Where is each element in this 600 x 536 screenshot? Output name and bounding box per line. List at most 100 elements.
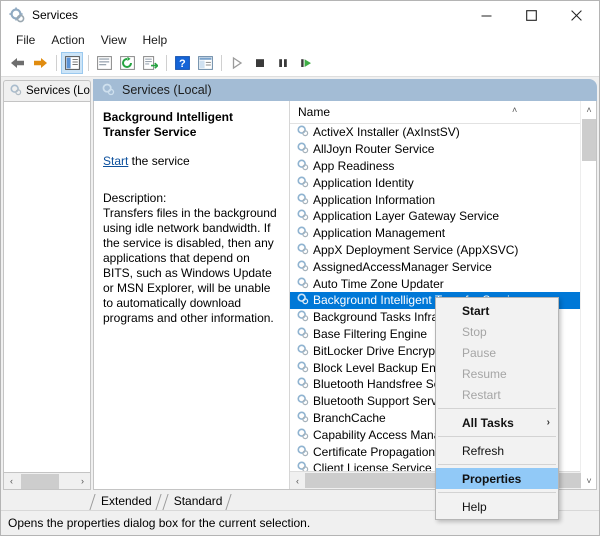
service-action-line: Start the service [103,153,279,169]
context-menu-item-label: All Tasks [462,415,514,430]
service-action-suffix: the service [128,154,190,168]
table-row[interactable]: Application Management [290,225,596,242]
context-menu-item-all-tasks[interactable]: All Tasks › [436,412,558,433]
console-tree-tab[interactable]: Services (Loca [3,80,91,101]
scroll-left-icon[interactable]: ‹ [4,474,19,489]
menu-view[interactable]: View [93,31,135,49]
service-name-label: Auto Time Zone Updater [313,276,444,291]
scroll-up-icon[interactable]: ˄ [581,101,597,118]
restart-service-icon[interactable] [295,52,317,74]
service-gear-icon [296,175,309,191]
service-detail-title: Background Intelligent Transfer Service [103,110,234,139]
table-row[interactable]: AppX Deployment Service (AppXSVC) [290,242,596,259]
service-gear-icon [296,158,309,174]
table-row[interactable]: AssignedAccessManager Service [290,258,596,275]
service-gear-icon [296,460,309,471]
context-menu-item-label: Restart [462,387,501,402]
service-gear-icon [296,410,309,426]
help-icon[interactable]: ? [171,52,193,74]
close-icon[interactable] [554,1,599,29]
service-name-label: AppX Deployment Service (AppXSVC) [313,242,519,257]
table-row[interactable]: Application Layer Gateway Service [290,208,596,225]
service-gear-icon [296,427,309,443]
toolbar-separator [166,55,167,71]
context-menu-item-refresh[interactable]: Refresh [436,440,558,461]
svg-text:?: ? [179,58,186,70]
minimize-icon[interactable] [464,1,509,29]
forward-icon[interactable] [29,52,51,74]
console-tree-hscroll-track[interactable] [19,473,75,489]
column-header-name[interactable]: Name [290,105,330,119]
console-tree-hscroll-thumb[interactable] [21,473,59,489]
toolbar: ? [1,50,599,77]
service-name-label: Application Information [313,192,436,207]
service-gear-icon [296,326,309,342]
service-gear-icon [296,208,309,224]
export-icon[interactable] [139,52,161,74]
tab-standard[interactable]: Standard [162,493,233,510]
maximize-icon[interactable] [509,1,554,29]
service-gear-icon [296,360,309,376]
sort-ascending-icon: ˄ [512,105,518,115]
service-name-label: Bluetooth Support Service [313,394,453,409]
tab-extended[interactable]: Extended [89,493,162,510]
table-row[interactable]: ActiveX Installer (AxInstSV) [290,124,596,141]
menu-file[interactable]: File [8,31,43,49]
start-service-link[interactable]: Start [103,154,128,168]
back-icon[interactable] [6,52,28,74]
toolbar-separator [221,55,222,71]
service-gear-icon [296,276,309,292]
service-name-label: AssignedAccessManager Service [313,259,492,274]
service-name-label: Application Identity [313,175,414,190]
context-menu-item-help[interactable]: Help [436,496,558,517]
context-menu-item-label: Resume [462,366,507,381]
console-tree-pane: Services (Loca ‹ › [3,79,91,490]
context-menu-item-pause: Pause [436,342,558,363]
table-row[interactable]: Application Identity [290,174,596,191]
show-hide-console-tree-icon[interactable] [61,52,83,74]
stop-service-icon[interactable] [249,52,271,74]
context-menu-item-properties[interactable]: Properties [436,468,558,489]
context-menu-item-label: Start [462,303,490,318]
service-gear-icon [296,242,309,258]
description-text: Transfers files in the background using … [103,206,277,325]
scroll-right-icon[interactable]: › [75,474,90,489]
toolbar-separator [56,55,57,71]
table-row[interactable]: Auto Time Zone Updater [290,275,596,292]
service-gear-icon [296,444,309,460]
service-gear-icon [296,141,309,157]
table-row[interactable]: App Readiness [290,158,596,175]
services-gear-icon [9,7,25,23]
service-gear-icon [296,259,309,275]
service-name-label: Base Filtering Engine [313,326,428,341]
context-menu-separator [438,464,556,465]
services-list-vscroll-thumb[interactable] [582,119,596,161]
menu-action[interactable]: Action [43,31,92,49]
table-row[interactable]: Application Information [290,191,596,208]
context-menu-item-start[interactable]: Start [436,300,558,321]
menu-bar: File Action View Help [1,29,599,50]
table-row[interactable]: AllJoyn Router Service [290,141,596,158]
console-tree-tabrow: Services (Loca [3,79,91,101]
scroll-left-icon[interactable]: ‹ [290,473,305,488]
list-column-header[interactable]: Name ˄ [290,101,596,124]
show-hide-action-pane-icon[interactable] [194,52,216,74]
window-controls [464,1,599,29]
pause-service-icon[interactable] [272,52,294,74]
start-service-icon[interactable] [226,52,248,74]
menu-help[interactable]: Help [135,31,176,49]
scroll-down-icon[interactable]: ˅ [581,472,597,489]
context-menu-item-label: Help [462,499,487,514]
services-list-vscrollbar[interactable]: ˄ ˅ [580,101,596,489]
service-name-label: App Readiness [313,158,395,173]
title-bar: Services [1,1,599,29]
service-gear-icon [296,376,309,392]
service-gear-icon [296,192,309,208]
console-tree-body[interactable] [3,101,91,473]
console-tree-hscrollbar[interactable]: ‹ › [3,473,91,490]
context-menu-item-label: Properties [462,471,522,486]
service-name-label: BranchCache [313,410,386,425]
refresh-icon[interactable] [116,52,138,74]
export-list-icon[interactable] [93,52,115,74]
services-gear-icon [9,83,22,99]
